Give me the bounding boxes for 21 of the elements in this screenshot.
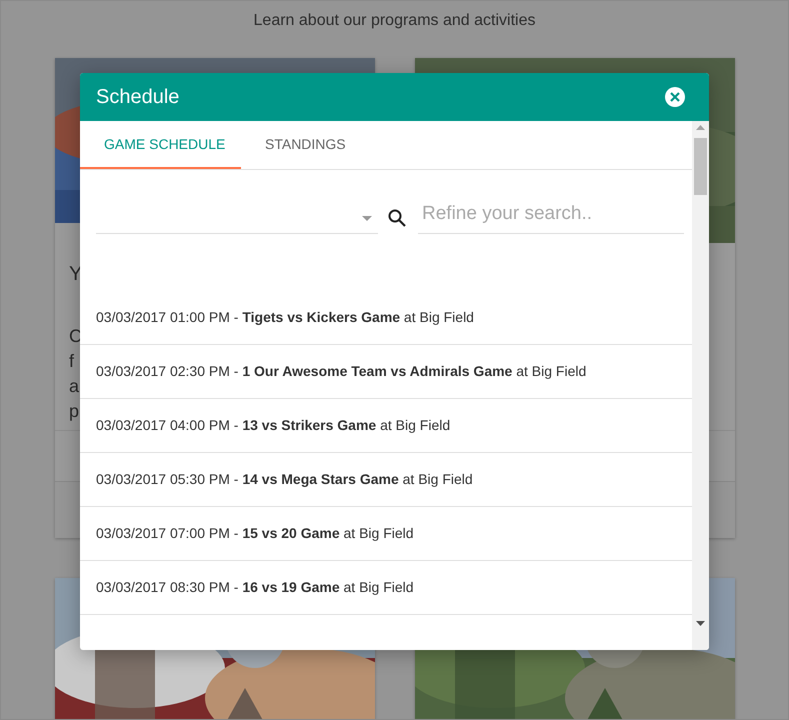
dialog-title: Schedule <box>96 86 180 108</box>
game-entry: 03/03/2017 08:30 PM - 16 vs 19 Game at Big Field <box>80 561 692 615</box>
game-entry: 03/03/2017 01:00 PM - Tigets vs Kickers Game at Big Field <box>80 291 692 345</box>
scroll-down-icon[interactable] <box>696 621 705 626</box>
scroll-up-icon[interactable] <box>696 125 705 130</box>
close-icon <box>664 86 686 108</box>
close-button[interactable] <box>664 86 686 108</box>
caret-icon <box>362 216 372 221</box>
card-text: a <box>69 375 80 398</box>
game-entry: 03/03/2017 04:00 PM - 13 vs Strikers Game at Big Field <box>80 399 692 453</box>
page-subtitle: Learn about our programs and activities <box>252 11 536 31</box>
tab[interactable]: GAME SCHEDULE <box>80 121 241 169</box>
card-text: f <box>69 350 74 373</box>
tab[interactable]: STANDINGS <box>241 121 370 169</box>
game-entry: 03/03/2017 05:30 PM - 14 vs Mega Stars Game at Big Field <box>80 453 692 507</box>
search-icon[interactable] <box>388 209 406 227</box>
game-entry: 03/03/2017 07:00 PM - 15 vs 20 Game at Big Field <box>80 507 692 561</box>
game-entry: 03/03/2017 02:30 PM - 1 Our Awesome Team vs Admirals Game at Big Field <box>80 345 692 399</box>
card-text: p <box>69 400 80 423</box>
scrollbar[interactable] <box>692 121 709 650</box>
scrollbar-thumb[interactable] <box>694 138 707 195</box>
